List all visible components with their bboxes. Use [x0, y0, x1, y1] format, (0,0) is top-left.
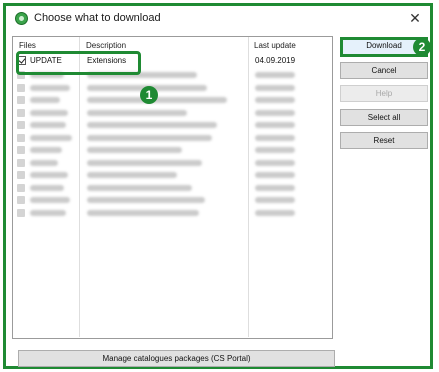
list-item-redacted[interactable]	[17, 119, 329, 132]
app-icon	[15, 12, 28, 25]
redacted-date	[255, 159, 295, 166]
redacted-description	[87, 159, 202, 166]
list-item-redacted[interactable]	[17, 94, 329, 107]
cancel-button[interactable]: Cancel	[340, 62, 428, 79]
redacted-file-name	[30, 122, 66, 128]
column-header-description[interactable]: Description	[86, 41, 126, 50]
redacted-description	[87, 209, 199, 216]
redacted-date	[255, 209, 295, 216]
redacted-date	[255, 84, 295, 91]
list-item-redacted[interactable]	[17, 144, 329, 157]
redacted-checkbox[interactable]	[17, 146, 25, 154]
list-item-redacted[interactable]	[17, 207, 329, 220]
redacted-checkbox[interactable]	[17, 208, 25, 217]
redacted-file-name	[30, 134, 72, 141]
manage-catalogues-button[interactable]: Manage catalogues packages (CS Portal)	[18, 350, 335, 367]
list-item-redacted[interactable]	[17, 82, 329, 95]
redacted-description	[87, 109, 187, 116]
redacted-checkbox[interactable]	[17, 121, 25, 129]
redacted-date	[255, 109, 295, 116]
list-item-redacted[interactable]	[17, 182, 329, 195]
redacted-file-name	[30, 97, 60, 103]
close-button[interactable]: ✕	[406, 9, 424, 27]
redacted-description	[87, 134, 212, 141]
redacted-description	[87, 184, 192, 191]
reset-button[interactable]: Reset	[340, 132, 428, 149]
redacted-date	[255, 197, 295, 203]
redacted-file-name	[30, 184, 64, 191]
redacted-file-name	[30, 84, 70, 91]
redacted-date	[255, 134, 295, 141]
redacted-description	[87, 197, 205, 203]
redacted-file-name	[30, 209, 66, 216]
redacted-date	[255, 172, 295, 178]
redacted-checkbox[interactable]	[17, 96, 25, 104]
redacted-checkbox[interactable]	[17, 196, 25, 204]
redacted-checkbox[interactable]	[17, 158, 25, 167]
update-row-highlight	[16, 51, 141, 75]
redacted-file-name	[30, 159, 58, 166]
redacted-checkbox[interactable]	[17, 183, 25, 192]
window-title: Choose what to download	[34, 12, 161, 24]
redacted-date	[255, 122, 295, 128]
list-item-redacted[interactable]	[17, 194, 329, 207]
help-button[interactable]: Help	[340, 85, 428, 102]
redacted-date	[255, 147, 295, 153]
redacted-date	[255, 184, 295, 191]
redacted-description	[87, 147, 182, 153]
column-header-last-update[interactable]: Last update	[254, 41, 296, 50]
list-item-redacted[interactable]	[17, 132, 329, 145]
redacted-file-name	[30, 109, 68, 116]
redacted-description	[87, 122, 217, 128]
redacted-file-name	[30, 147, 62, 153]
select-all-button[interactable]: Select all	[340, 109, 428, 126]
redacted-checkbox[interactable]	[17, 108, 25, 117]
list-item-redacted[interactable]	[17, 107, 329, 120]
list-item-redacted[interactable]	[17, 157, 329, 170]
annotation-marker-1: 1	[140, 86, 158, 104]
redacted-description	[87, 172, 177, 178]
redacted-date	[255, 97, 295, 103]
column-header-files[interactable]: Files	[19, 41, 36, 50]
redacted-checkbox[interactable]	[17, 133, 25, 142]
list-item-redacted[interactable]	[17, 169, 329, 182]
annotation-marker-2: 2	[413, 38, 431, 56]
redacted-date	[255, 72, 295, 78]
redacted-checkbox[interactable]	[17, 171, 25, 179]
file-last-update: 04.09.2019	[255, 56, 296, 65]
redacted-file-name	[30, 172, 68, 178]
redacted-checkbox[interactable]	[17, 83, 25, 92]
title-bar: Choose what to download ✕	[6, 6, 430, 32]
redacted-file-name	[30, 197, 70, 203]
files-list: Files Description Last update UPDATE Ext…	[12, 36, 333, 339]
